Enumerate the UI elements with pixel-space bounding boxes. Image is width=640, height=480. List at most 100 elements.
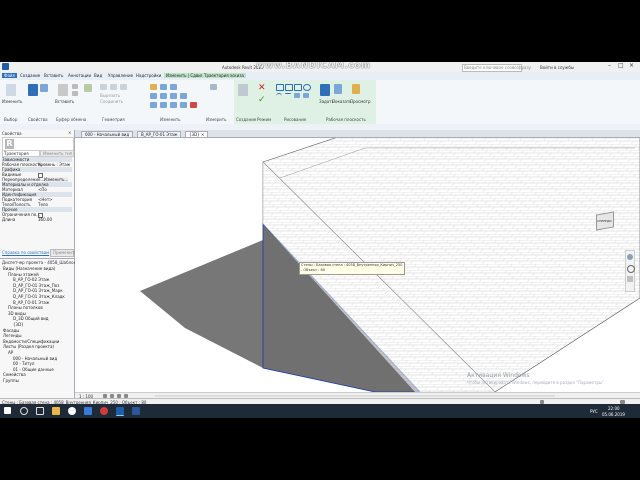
tab-sketch-path[interactable]: Траектория эскиза	[202, 73, 246, 78]
properties-close-icon[interactable]: ×	[68, 130, 71, 135]
viewer-icon[interactable]	[352, 84, 360, 94]
geometry-option-1[interactable]: Вырезать	[100, 93, 120, 98]
yandex-browser-icon[interactable]	[68, 407, 76, 415]
search-icon[interactable]	[20, 407, 28, 415]
browser-tree-item[interactable]: D_3D Общий вид	[13, 316, 49, 321]
browser-tree-item[interactable]: Планы этажей	[8, 272, 39, 277]
properties-icon[interactable]	[28, 84, 38, 96]
tab-close-icon[interactable]: ×	[201, 132, 204, 137]
type-selector[interactable]: R	[2, 137, 74, 151]
copy-icon[interactable]	[72, 91, 78, 96]
array-icon[interactable]	[170, 102, 177, 108]
media-icon[interactable]	[100, 407, 108, 415]
tab-create[interactable]: Создание	[20, 73, 40, 78]
properties-help-link[interactable]: Справка по свойствам	[2, 250, 49, 255]
revit-taskbar-icon[interactable]	[116, 407, 124, 416]
join-geometry-icon[interactable]	[110, 84, 117, 90]
app-taskbar-icon[interactable]	[132, 407, 140, 415]
polygon-tool-icon[interactable]	[294, 84, 302, 91]
rotate-icon[interactable]	[170, 93, 177, 99]
geometry-option-2[interactable]: Соединить	[100, 99, 123, 104]
type-dropdown[interactable]: Траектория	[2, 150, 40, 157]
tab-annotate[interactable]: Аннотации	[68, 73, 91, 78]
browser-tree-item[interactable]: D_AP_ГО-01 Этаж_Кладк	[13, 294, 65, 299]
3d-view-canvas[interactable]: Стены : Базовая стена : 4058_Внутренняя_…	[75, 138, 640, 392]
view-tab[interactable]: 000 - Начальный вид	[81, 131, 134, 138]
pin-icon[interactable]	[180, 102, 187, 108]
match-properties-icon[interactable]	[84, 84, 92, 92]
spline-tool-icon[interactable]	[285, 93, 291, 99]
tab-manage[interactable]: Управление	[108, 73, 133, 78]
horizontal-scrollbar[interactable]	[155, 395, 555, 397]
type-properties-icon[interactable]	[40, 84, 48, 92]
edit-type-button[interactable]: Изменить тип	[40, 150, 74, 157]
tab-addins[interactable]: Надстройки	[136, 73, 161, 78]
rectangle-tool-icon[interactable]	[285, 84, 293, 91]
cut-icon[interactable]	[72, 84, 78, 89]
navigation-bar[interactable]	[625, 250, 635, 292]
move-icon[interactable]	[150, 93, 157, 99]
search-input[interactable]: Введите ключевое слово/фразу	[462, 64, 531, 72]
browser-tree-item[interactable]: B_AP_ГО-01 Этаж	[13, 300, 49, 305]
browser-tree-item[interactable]: 01 - Общие данные	[13, 367, 54, 372]
browser-tree-item[interactable]: {3D}	[13, 322, 24, 327]
browser-tree-item[interactable]: Семейства	[3, 372, 26, 377]
tab-view[interactable]: Вид	[94, 73, 102, 78]
arc-tool-icon[interactable]	[276, 93, 282, 99]
steering-wheel-icon[interactable]	[627, 254, 633, 260]
measure-icon[interactable]	[210, 84, 217, 90]
mirror-icon[interactable]	[170, 84, 177, 90]
paste-button-label[interactable]: Вставить	[55, 99, 74, 104]
modify-button-label[interactable]: Изменить	[2, 99, 23, 104]
revit-logo-icon[interactable]	[2, 63, 9, 70]
show-workplane-icon[interactable]	[334, 84, 342, 94]
tab-file[interactable]: Файл	[2, 73, 18, 78]
viewer-button-label[interactable]: Просмотр	[350, 99, 371, 104]
close-button[interactable]: ×	[629, 63, 634, 69]
task-view-icon[interactable]	[36, 407, 44, 415]
browser-tree-item[interactable]: Группы	[3, 378, 19, 383]
copy-element-icon[interactable]	[160, 93, 167, 99]
browser-tree-item[interactable]: Легенды	[3, 333, 22, 338]
circle-tool-icon[interactable]	[303, 84, 311, 91]
paste-icon[interactable]	[58, 84, 68, 96]
zoom-region-icon[interactable]	[627, 276, 633, 282]
minimize-button[interactable]: –	[608, 63, 611, 69]
clock-time[interactable]: 22:00	[608, 406, 620, 411]
browser-tree-item[interactable]: B_AP_ГО-02 Этаж	[13, 277, 49, 282]
trim-icon[interactable]	[150, 102, 157, 108]
prop-row[interactable]: Длина 360.00	[2, 217, 72, 222]
explorer-icon[interactable]	[52, 407, 60, 415]
browser-tree-item[interactable]: Планы потолков	[8, 305, 43, 310]
browser-tree-item[interactable]: АР	[8, 350, 13, 355]
browser-tree-item[interactable]: Виды (Назначение вида)	[3, 266, 55, 271]
browser-tree-item[interactable]: Листы (Раздел проекта)	[3, 344, 54, 349]
signin-link[interactable]: Войти в службы	[540, 65, 574, 70]
store-icon[interactable]	[84, 407, 92, 415]
view-tab[interactable]: B_AP_ГО-01 Этаж	[137, 131, 182, 138]
clock-date[interactable]: 05.06.2019	[602, 412, 625, 417]
browser-tree-item[interactable]: Фасады	[3, 328, 19, 333]
modify-arrow-icon[interactable]	[6, 84, 16, 96]
input-language[interactable]: РУС	[590, 409, 598, 414]
pick-faces-icon[interactable]	[303, 93, 309, 98]
offset-icon[interactable]	[160, 84, 167, 90]
pick-lines-icon[interactable]	[294, 93, 300, 98]
maximize-button[interactable]: □	[618, 63, 624, 69]
delete-icon[interactable]	[190, 102, 197, 108]
browser-tree-item[interactable]: Ведомости/Спецификации	[3, 339, 59, 344]
view-tab-active[interactable]: {3D} ×	[185, 131, 209, 138]
show-button-label[interactable]: Показать	[332, 99, 352, 104]
browser-tree-item[interactable]: D_AP_ГО-01 Этаж_Поз	[13, 283, 59, 288]
windows-start-icon[interactable]	[4, 407, 11, 414]
tab-insert[interactable]: Вставить	[44, 73, 63, 78]
wall-joins-icon[interactable]	[120, 84, 127, 90]
browser-tree-item[interactable]: D_AP_ГО-01 Этаж_Марк	[13, 288, 63, 293]
browser-tree-item[interactable]: 00 - Титул	[13, 361, 34, 366]
browser-tree-item[interactable]: 000 - Начальный вид	[13, 356, 57, 361]
scale-icon[interactable]	[180, 93, 187, 99]
cancel-x-icon[interactable]: ✕	[258, 84, 266, 93]
create-similar-icon[interactable]	[238, 84, 248, 96]
finish-check-icon[interactable]: ✓	[258, 96, 266, 105]
split-icon[interactable]	[160, 102, 167, 108]
